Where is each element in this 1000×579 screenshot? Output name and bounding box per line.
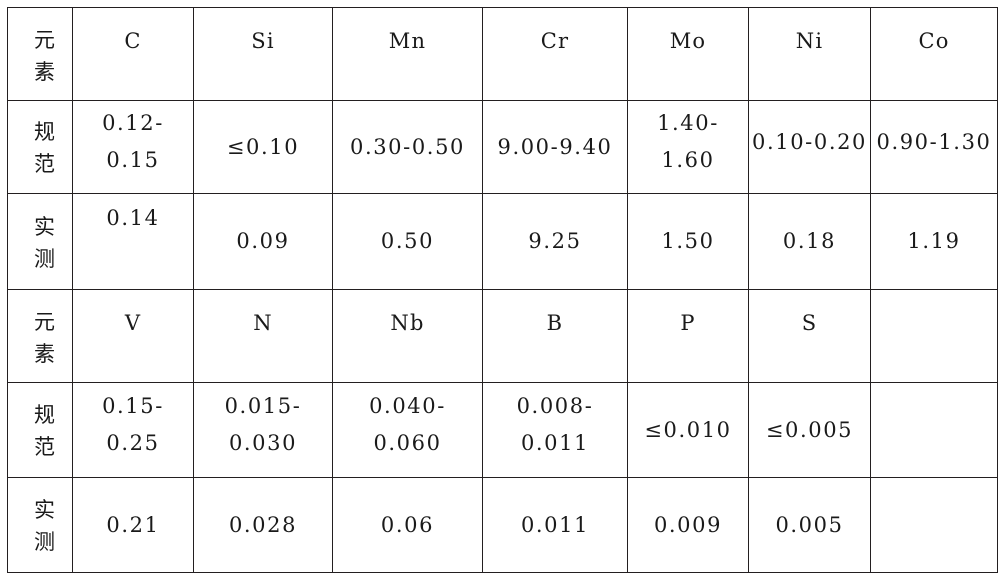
- cell-element-co: Co: [870, 7, 998, 101]
- cell-spec-mo: 1.40-1.60: [627, 100, 749, 194]
- row-label-element-1: 元 素: [7, 7, 73, 101]
- row-label-spec-2: 规 范: [7, 382, 73, 478]
- cell-element-v: V: [72, 289, 194, 383]
- cell-element-s: S: [748, 289, 871, 383]
- cell-measured-s: 0.005: [748, 477, 871, 573]
- cell-spec-n: 0.015-0.030: [193, 382, 333, 478]
- cell-spec-co: 0.90-1.30: [870, 100, 998, 194]
- cell-element-ni: Ni: [748, 7, 871, 101]
- cell-element-c: C: [72, 7, 194, 101]
- cell-measured-ni: 0.18: [748, 193, 871, 290]
- cell-measured-p: 0.009: [627, 477, 749, 573]
- cell-spec-s: ≤0.005: [748, 382, 871, 478]
- row-label-char: 测: [34, 246, 55, 271]
- cell-measured-c: 0.14: [72, 193, 194, 290]
- row-label-char: 素: [34, 341, 55, 366]
- cell-measured-empty-2: [870, 477, 998, 573]
- table-sheet: 元 素 C Si Mn Cr Mo Ni Co 规 范 0.12-0.15 ≤0…: [0, 0, 1000, 579]
- cell-spec-si: ≤0.10: [193, 100, 333, 194]
- cell-element-p: P: [627, 289, 749, 383]
- cell-measured-v: 0.21: [72, 477, 194, 573]
- row-label-char: 测: [34, 530, 55, 554]
- row-label-element-2: 元 素: [7, 289, 73, 383]
- row-label-char: 规: [34, 403, 55, 428]
- row-label-char: 规: [34, 120, 55, 145]
- row-label-measured-2: 实 测: [7, 477, 73, 573]
- table-row-element-header-2: 元 素 V N Nb B P S: [7, 289, 998, 383]
- cell-element-nb: Nb: [332, 289, 483, 383]
- row-label-char: 实: [34, 498, 55, 523]
- cell-spec-c: 0.12-0.15: [72, 100, 194, 194]
- row-label-char: 元: [34, 309, 55, 334]
- cell-measured-co: 1.19: [870, 193, 998, 290]
- cell-element-mo: Mo: [627, 7, 749, 101]
- cell-element-empty-2: [870, 289, 998, 383]
- cell-element-si: Si: [193, 7, 333, 101]
- cell-measured-b: 0.011: [482, 477, 628, 573]
- cell-element-mn: Mn: [332, 7, 483, 101]
- cell-spec-nb: 0.040-0.060: [332, 382, 483, 478]
- cell-spec-v: 0.15-0.25: [72, 382, 194, 478]
- row-label-char: 元: [34, 28, 55, 53]
- cell-spec-b: 0.008-0.011: [482, 382, 628, 478]
- cell-measured-nb: 0.06: [332, 477, 483, 573]
- table-row-spec-2: 规 范 0.15-0.25 0.015-0.030 0.040-0.060 0.…: [7, 382, 998, 478]
- row-label-char: 范: [34, 435, 55, 459]
- cell-element-b: B: [482, 289, 628, 383]
- chemical-composition-table: 元 素 C Si Mn Cr Mo Ni Co 规 范 0.12-0.15 ≤0…: [7, 7, 998, 573]
- cell-spec-empty-2: [870, 382, 998, 478]
- cell-measured-cr: 9.25: [482, 193, 628, 290]
- cell-spec-ni: 0.10-0.20: [748, 100, 871, 194]
- row-label-char: 范: [34, 152, 55, 176]
- row-label-measured-1: 实 测: [7, 193, 73, 290]
- row-label-spec-1: 规 范: [7, 100, 73, 194]
- row-label-char: 实: [34, 214, 55, 239]
- cell-measured-mn: 0.50: [332, 193, 483, 290]
- cell-spec-cr: 9.00-9.40: [482, 100, 628, 194]
- row-label-char: 素: [34, 60, 55, 84]
- cell-measured-mo: 1.50: [627, 193, 749, 290]
- cell-spec-p: ≤0.010: [627, 382, 749, 478]
- table-row-measured-1: 实 测 0.14 0.09 0.50 9.25 1.50 0.18 1.19: [7, 193, 998, 290]
- cell-measured-n: 0.028: [193, 477, 333, 573]
- cell-element-n: N: [193, 289, 333, 383]
- cell-spec-mn: 0.30-0.50: [332, 100, 483, 194]
- table-row-measured-2: 实 测 0.21 0.028 0.06 0.011 0.009 0.005: [7, 477, 998, 573]
- table-row-element-header-1: 元 素 C Si Mn Cr Mo Ni Co: [7, 7, 998, 101]
- table-row-spec-1: 规 范 0.12-0.15 ≤0.10 0.30-0.50 9.00-9.40 …: [7, 100, 998, 194]
- cell-element-cr: Cr: [482, 7, 628, 101]
- cell-measured-si: 0.09: [193, 193, 333, 290]
